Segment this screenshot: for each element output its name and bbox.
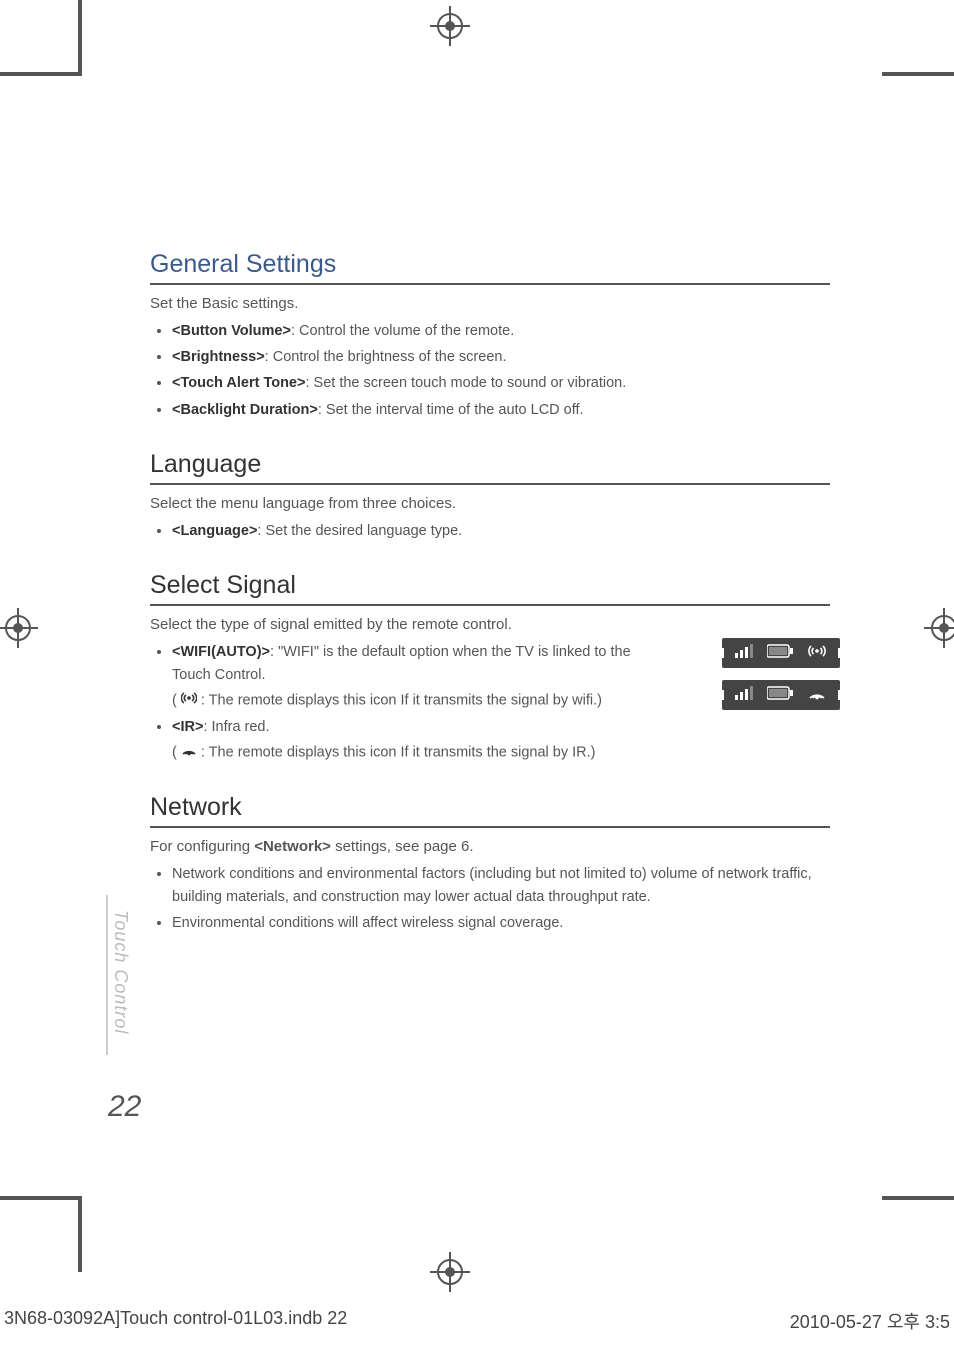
battery-icon — [767, 644, 793, 663]
footer-timestamp: 2010-05-27 오후 3:5 — [790, 1308, 950, 1334]
crop-mark — [78, 0, 82, 72]
signal-bars-icon — [735, 644, 753, 663]
side-label: Touch Control — [110, 910, 131, 1034]
signal-badge-group — [722, 638, 840, 722]
intro-select-signal: Select the type of signal emitted by the… — [150, 616, 830, 633]
footer-filename: 3N68-03092A]Touch control-01L03.indb 22 — [4, 1308, 347, 1334]
intro-general: Set the Basic settings. — [150, 295, 830, 312]
registration-mark-icon — [430, 6, 470, 46]
footer: 3N68-03092A]Touch control-01L03.indb 22 … — [0, 1308, 954, 1334]
heading-general-settings: General Settings — [150, 250, 830, 285]
battery-icon — [767, 686, 793, 705]
crop-mark — [78, 1200, 82, 1272]
list-item: <WIFI(AUTO)>: "WIFI" is the default opti… — [172, 641, 672, 713]
registration-mark-icon — [0, 608, 38, 648]
ir-status-badge — [722, 680, 840, 710]
list-item: Network conditions and environmental fac… — [172, 863, 830, 909]
wifi-broadcast-icon — [807, 644, 827, 663]
list-item: <Brightness>: Control the brightness of … — [172, 346, 830, 369]
heading-language: Language — [150, 450, 830, 485]
crop-mark — [0, 1196, 82, 1200]
registration-mark-icon — [924, 608, 954, 648]
list-general: <Button Volume>: Control the volume of t… — [150, 320, 830, 422]
crop-mark — [882, 1196, 954, 1200]
list-item: <Touch Alert Tone>: Set the screen touch… — [172, 372, 830, 395]
registration-mark-icon — [430, 1252, 470, 1292]
ir-signal-icon — [807, 686, 827, 705]
list-item: <Backlight Duration>: Set the interval t… — [172, 399, 830, 422]
intro-network: For configuring <Network> settings, see … — [150, 838, 830, 855]
wifi-broadcast-icon — [181, 689, 197, 712]
side-separator — [106, 895, 108, 1055]
list-item: <IR>: Infra red. ( : The remote displays… — [172, 716, 672, 765]
signal-bars-icon — [735, 686, 753, 705]
page-number: 22 — [108, 1090, 141, 1124]
wifi-status-badge — [722, 638, 840, 668]
intro-language: Select the menu language from three choi… — [150, 495, 830, 512]
crop-mark — [0, 72, 82, 76]
list-item: <Button Volume>: Control the volume of t… — [172, 320, 830, 343]
list-item: <Language>: Set the desired language typ… — [172, 520, 830, 543]
heading-select-signal: Select Signal — [150, 571, 830, 606]
list-item: Environmental conditions will affect wir… — [172, 912, 830, 935]
ir-signal-icon — [181, 741, 197, 764]
list-language: <Language>: Set the desired language typ… — [150, 520, 830, 543]
heading-network: Network — [150, 793, 830, 828]
list-network: Network conditions and environmental fac… — [150, 863, 830, 936]
crop-mark — [882, 72, 954, 76]
